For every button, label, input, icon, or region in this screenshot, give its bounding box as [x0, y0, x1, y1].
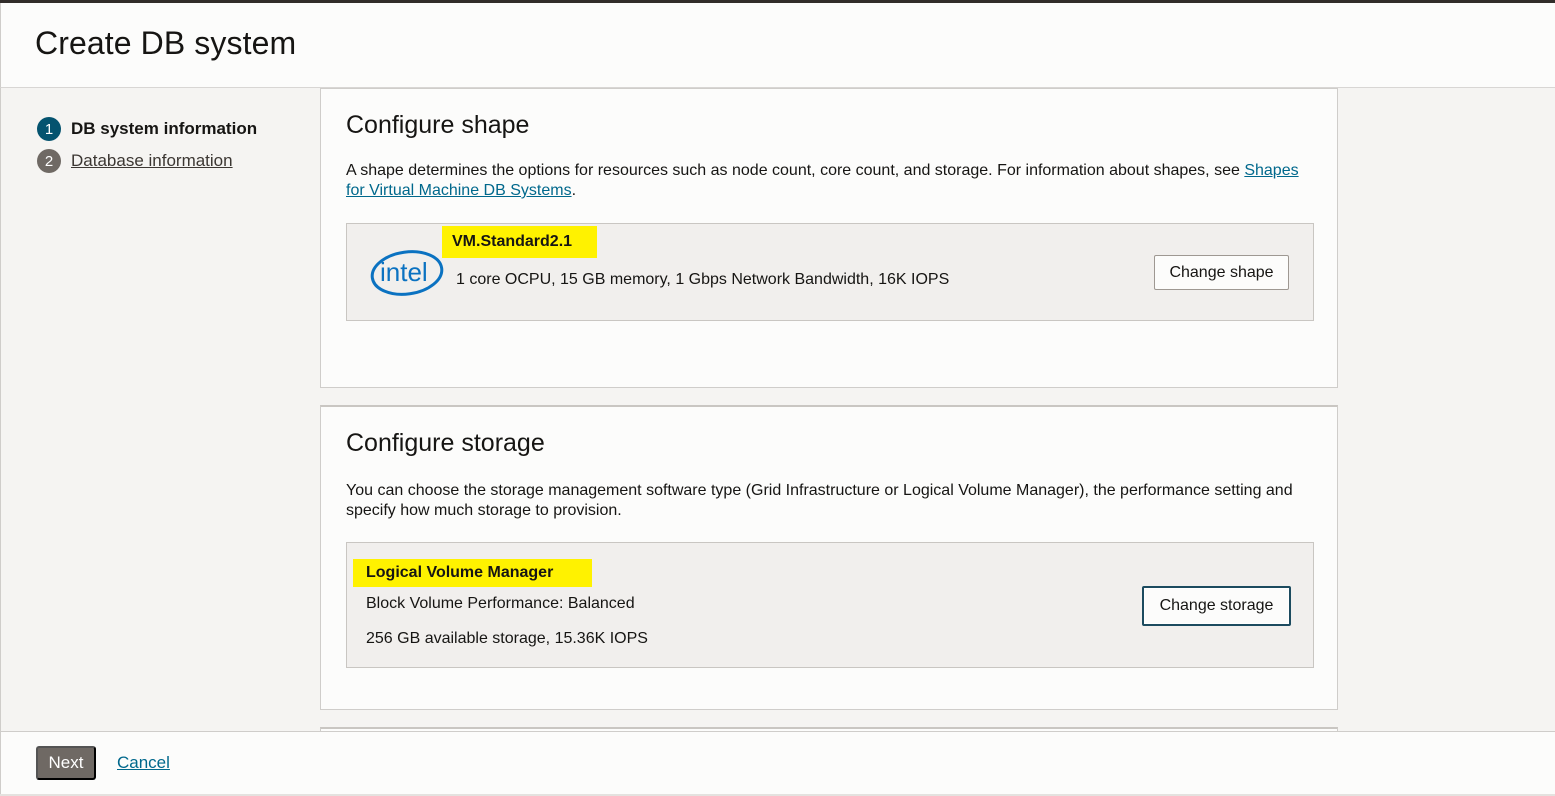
shape-name: VM.Standard2.1	[452, 233, 573, 250]
change-storage-button[interactable]: Change storage	[1142, 586, 1291, 626]
intel-logo-icon: intel	[370, 250, 444, 296]
intel-logo-text: intel	[380, 257, 428, 287]
page-title: Create DB system	[35, 25, 297, 61]
shape-description-text: A shape determines the options for resou…	[346, 162, 1240, 179]
step-link-database-information[interactable]: Database information	[71, 151, 233, 171]
storage-name-highlight: Logical Volume Manager	[353, 559, 592, 587]
configure-storage-description: You can choose the storage management so…	[346, 482, 1293, 519]
configure-shape-panel: Configure shape A shape determines the o…	[320, 88, 1338, 388]
next-button[interactable]: Next	[36, 746, 96, 780]
configure-storage-panel: Configure storage You can choose the sto…	[320, 405, 1338, 710]
step-number-1: 1	[37, 117, 61, 141]
step-db-system-information[interactable]: 1 DB system information	[37, 113, 257, 145]
wizard-footer: Next Cancel	[0, 731, 1555, 794]
step-number-2: 2	[37, 149, 61, 173]
shape-card: intel VM.Standard2.1 1 core OCPU, 15 GB …	[346, 223, 1314, 321]
step-database-information[interactable]: 2 Database information	[37, 145, 257, 177]
configure-shape-title: Configure shape	[346, 111, 530, 139]
configure-shape-description: A shape determines the options for resou…	[346, 161, 1316, 201]
change-shape-button[interactable]: Change shape	[1154, 255, 1289, 290]
content-area[interactable]: 1 DB system information 2 Database infor…	[0, 88, 1555, 731]
shape-details: 1 core OCPU, 15 GB memory, 1 Gbps Networ…	[456, 271, 950, 288]
storage-performance: Block Volume Performance: Balanced	[366, 595, 635, 612]
configure-storage-title: Configure storage	[346, 429, 545, 457]
page-header: Create DB system	[0, 3, 1555, 88]
storage-card: Logical Volume Manager Block Volume Perf…	[346, 542, 1314, 668]
wizard-steps: 1 DB system information 2 Database infor…	[37, 113, 257, 177]
storage-name: Logical Volume Manager	[366, 564, 554, 581]
cancel-link[interactable]: Cancel	[117, 753, 170, 773]
storage-capacity: 256 GB available storage, 15.36K IOPS	[366, 630, 648, 647]
shape-description-end: .	[571, 182, 577, 199]
shape-name-highlight: VM.Standard2.1	[442, 226, 597, 258]
step-label-db-system-information: DB system information	[71, 119, 258, 138]
